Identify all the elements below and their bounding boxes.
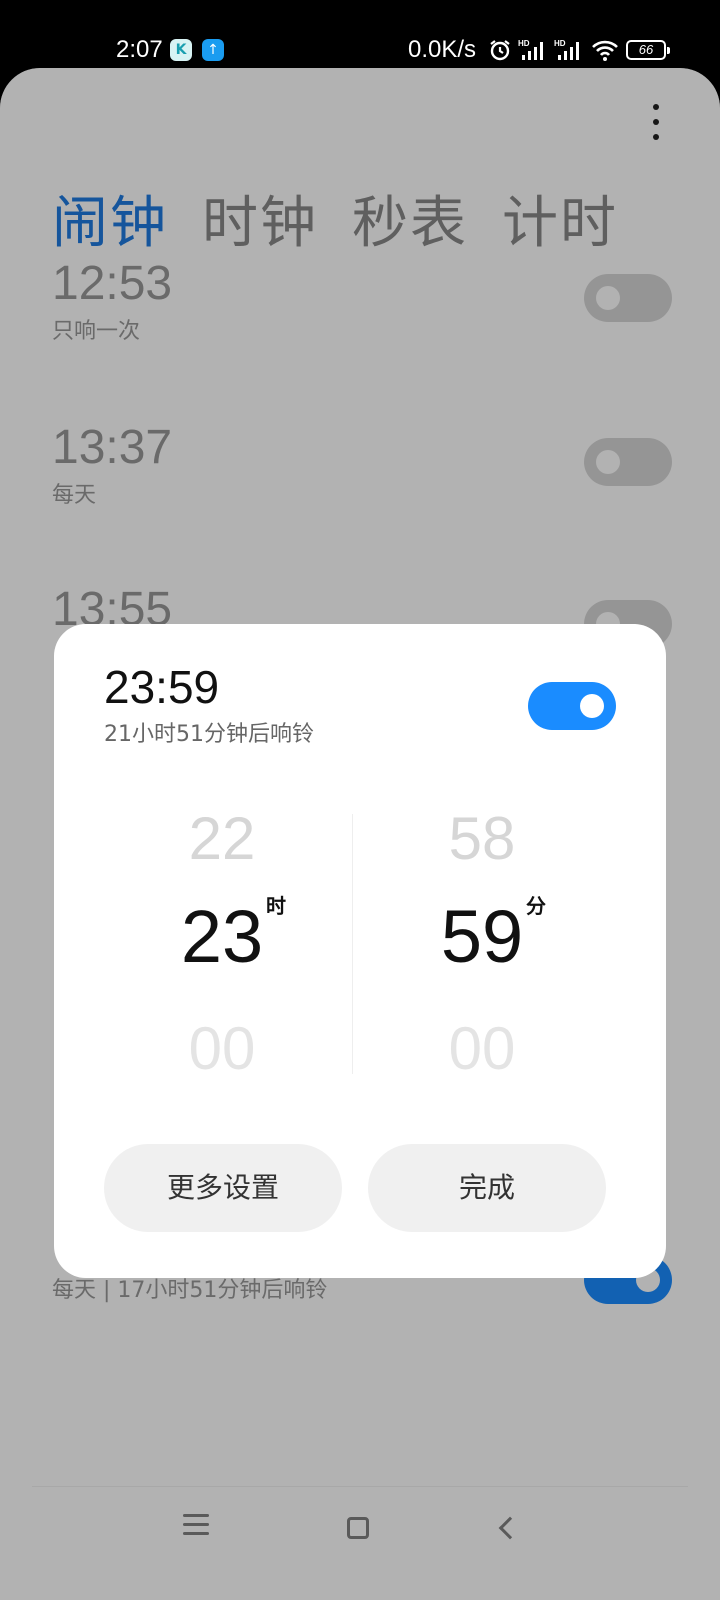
- home-icon[interactable]: [338, 1508, 378, 1548]
- wifi-icon: [592, 40, 618, 61]
- more-settings-button[interactable]: 更多设置: [104, 1144, 342, 1232]
- svg-text:HD: HD: [518, 39, 530, 48]
- network-speed: 0.0K/s: [408, 36, 477, 63]
- status-time: 2:07: [116, 36, 163, 63]
- back-icon[interactable]: [492, 1508, 532, 1548]
- hour-next[interactable]: 00: [92, 1014, 352, 1083]
- signal-hd-icon: HD: [518, 39, 543, 60]
- svg-text:HD: HD: [554, 39, 566, 48]
- minute-current[interactable]: 59: [352, 894, 612, 979]
- nav-divider: [32, 1486, 688, 1487]
- alarm-clock-icon: [490, 40, 510, 61]
- k-app-icon: K: [170, 39, 192, 61]
- dialog-alarm-time: 23:59: [104, 661, 220, 713]
- minute-next[interactable]: 00: [352, 1014, 612, 1083]
- upload-icon: ↑: [202, 39, 224, 61]
- dialog-ring-countdown: 21小时51分钟后响铃: [104, 722, 314, 747]
- dialog-alarm-toggle[interactable]: [528, 682, 616, 730]
- edit-alarm-dialog: 23:59 21小时51分钟后响铃 22 23 时 00 58 59 分 00 …: [54, 624, 666, 1278]
- done-button[interactable]: 完成: [368, 1144, 606, 1232]
- menu-icon[interactable]: [176, 1508, 216, 1548]
- signal-hd-icon: HD: [554, 39, 579, 60]
- hour-picker[interactable]: 22 23 时 00: [92, 804, 352, 1082]
- hour-unit: 时: [266, 894, 286, 918]
- minute-unit: 分: [526, 894, 546, 918]
- battery-icon: 66: [626, 40, 670, 60]
- minute-prev[interactable]: 58: [352, 804, 612, 873]
- status-icons: HD HD 66: [488, 38, 670, 62]
- hour-current[interactable]: 23: [92, 894, 352, 979]
- hour-prev[interactable]: 22: [92, 804, 352, 873]
- minute-picker[interactable]: 58 59 分 00: [352, 804, 612, 1082]
- battery-level: 66: [638, 42, 654, 57]
